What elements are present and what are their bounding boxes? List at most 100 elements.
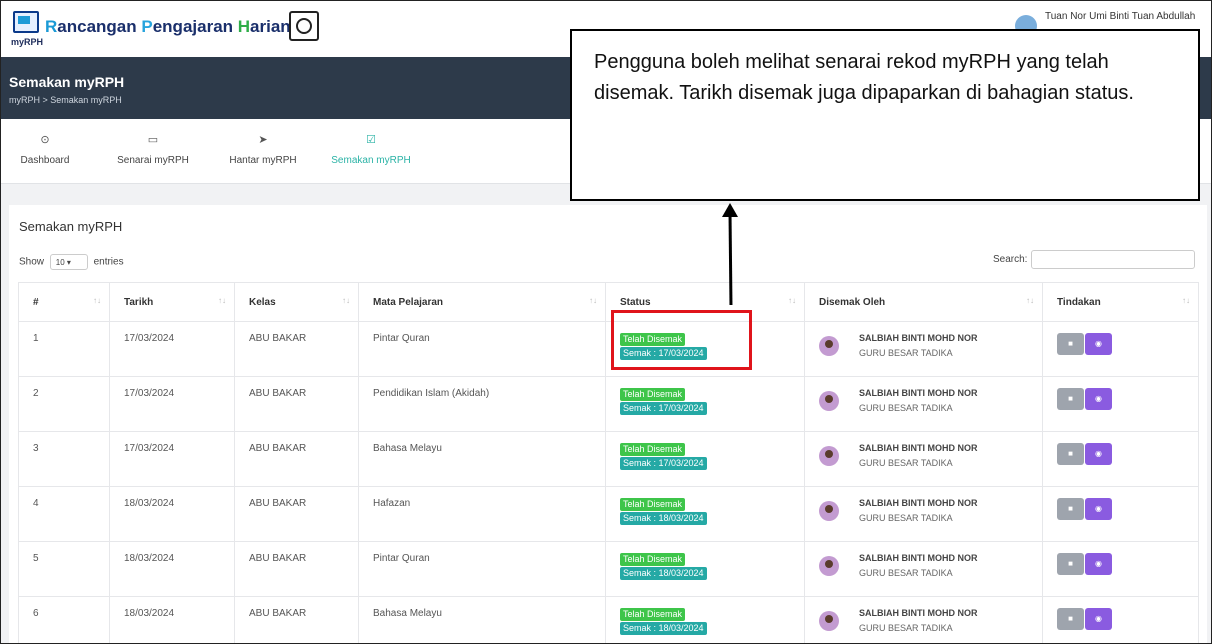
nav-label: Senarai myRPH [117,155,189,166]
view-button[interactable]: ◉ [1085,608,1112,630]
cell-status: Telah Disemak Semak : 18/03/2024 [605,541,805,597]
nav-label: Dashboard [20,155,70,166]
reviewer-name: SALBIAH BINTI MOHD NOR [859,498,978,508]
cell-kelas: ABU BAKAR [234,541,359,597]
table-row: 5 18/03/2024 ABU BAKAR Pintar Quran Tela… [18,541,1199,597]
avatar [819,391,839,411]
date-badge: Semak : 17/03/2024 [620,457,707,470]
cell-mata-pelajaran: Pintar Quran [358,321,606,377]
cell-mata-pelajaran: Hafazan [358,486,606,542]
reviewer-role: GURU BESAR TADIKA [859,403,953,413]
column-header[interactable]: Mata Pelajaran ↑↓ [358,282,606,322]
comment-button[interactable]: ■ [1057,333,1084,355]
status-badge: Telah Disemak [620,388,686,401]
cell-no: 2 [18,376,110,432]
nav-senarai-myrph[interactable]: ▭ Senarai myRPH [105,133,201,166]
arrow-head-icon [722,203,738,217]
cell-tarikh: 17/03/2024 [109,431,235,487]
cell-tarikh: 17/03/2024 [109,321,235,377]
comment-button[interactable]: ■ [1057,498,1084,520]
avatar [819,446,839,466]
breadcrumb[interactable]: myRPH > Semakan myRPH [9,95,122,105]
comment-button[interactable]: ■ [1057,608,1084,630]
nav-semakan-myrph[interactable]: ☑ Semakan myRPH [319,133,423,166]
reviewer-name: SALBIAH BINTI MOHD NOR [859,608,978,618]
entries-control: Show 10 ▾ entries [19,254,124,270]
table-row: 1 17/03/2024 ABU BAKAR Pintar Quran Tela… [18,321,1199,377]
logo-icon [13,11,39,33]
sort-icon: ↑↓ [218,296,226,305]
cell-actions: ■ ◉ [1042,596,1199,643]
column-header[interactable]: Tarikh ↑↓ [109,282,235,322]
status-badge: Telah Disemak [620,608,686,621]
date-badge: Semak : 18/03/2024 [620,512,707,525]
table-row: 2 17/03/2024 ABU BAKAR Pendidikan Islam … [18,376,1199,432]
column-header[interactable]: Kelas ↑↓ [234,282,359,322]
sort-icon: ↑↓ [342,296,350,305]
status-highlight-box [611,310,752,370]
date-badge: Semak : 18/03/2024 [620,622,707,635]
cell-reviewer: SALBIAH BINTI MOHD NOR GURU BESAR TADIKA [804,486,1043,542]
reviewer-name: SALBIAH BINTI MOHD NOR [859,333,978,343]
nav-label: Semakan myRPH [331,155,411,166]
status-badge: Telah Disemak [620,498,686,511]
view-button[interactable]: ◉ [1085,388,1112,410]
table-row: 6 18/03/2024 ABU BAKAR Bahasa Melayu Tel… [18,596,1199,643]
card-title: Semakan myRPH [19,219,123,234]
comment-button[interactable]: ■ [1057,443,1084,465]
page-title: Semakan myRPH [9,74,125,90]
cell-actions: ■ ◉ [1042,431,1199,487]
reviewer-role: GURU BESAR TADIKA [859,513,953,523]
table-row: 4 18/03/2024 ABU BAKAR Hafazan Telah Dis… [18,486,1199,542]
nav-hantar-myrph[interactable]: ➤ Hantar myRPH [219,133,307,166]
reviewer-name: SALBIAH BINTI MOHD NOR [859,443,978,453]
view-button[interactable]: ◉ [1085,498,1112,520]
cell-actions: ■ ◉ [1042,486,1199,542]
column-header[interactable]: Disemak Oleh ↑↓ [804,282,1043,322]
cell-kelas: ABU BAKAR [234,431,359,487]
monitor-icon: ▭ [147,134,159,146]
app-frame: myRPH Rancangan Pengajaran Harian Tuan N… [0,0,1212,644]
cell-no: 4 [18,486,110,542]
cell-status: Telah Disemak Semak : 17/03/2024 [605,376,805,432]
cell-reviewer: SALBIAH BINTI MOHD NOR GURU BESAR TADIKA [804,321,1043,377]
cell-no: 1 [18,321,110,377]
cell-kelas: ABU BAKAR [234,486,359,542]
sort-icon: ↑↓ [589,296,597,305]
cell-kelas: ABU BAKAR [234,321,359,377]
table-row: 3 17/03/2024 ABU BAKAR Bahasa Melayu Tel… [18,431,1199,487]
avatar [819,556,839,576]
date-badge: Semak : 17/03/2024 [620,402,707,415]
nav-label: Hantar myRPH [229,155,297,166]
reviewer-role: GURU BESAR TADIKA [859,623,953,633]
cell-status: Telah Disemak Semak : 18/03/2024 [605,596,805,643]
cell-reviewer: SALBIAH BINTI MOHD NOR GURU BESAR TADIKA [804,431,1043,487]
cell-actions: ■ ◉ [1042,321,1199,377]
nav-dashboard[interactable]: ⊙ Dashboard [17,133,73,166]
column-header[interactable]: # ↑↓ [18,282,110,322]
cell-tarikh: 18/03/2024 [109,596,235,643]
view-button[interactable]: ◉ [1085,553,1112,575]
cell-reviewer: SALBIAH BINTI MOHD NOR GURU BESAR TADIKA [804,376,1043,432]
seal-icon [289,11,319,41]
column-header[interactable]: Tindakan ↑↓ [1042,282,1199,322]
records-card: Semakan myRPH Show 10 ▾ entries Search: … [9,205,1207,643]
cell-tarikh: 18/03/2024 [109,486,235,542]
brand-title[interactable]: Rancangan Pengajaran Harian [45,17,291,37]
cell-tarikh: 18/03/2024 [109,541,235,597]
status-badge: Telah Disemak [620,553,686,566]
user-name[interactable]: Tuan Nor Umi Binti Tuan Abdullah [1045,11,1195,22]
cell-kelas: ABU BAKAR [234,596,359,643]
dashboard-icon: ⊙ [40,134,50,146]
view-button[interactable]: ◉ [1085,333,1112,355]
view-button[interactable]: ◉ [1085,443,1112,465]
cell-actions: ■ ◉ [1042,541,1199,597]
search-input[interactable] [1031,250,1195,269]
cell-actions: ■ ◉ [1042,376,1199,432]
cell-reviewer: SALBIAH BINTI MOHD NOR GURU BESAR TADIKA [804,596,1043,643]
comment-button[interactable]: ■ [1057,388,1084,410]
comment-button[interactable]: ■ [1057,553,1084,575]
send-icon: ➤ [258,134,268,146]
cell-mata-pelajaran: Bahasa Melayu [358,431,606,487]
entries-select[interactable]: 10 ▾ [49,254,88,270]
